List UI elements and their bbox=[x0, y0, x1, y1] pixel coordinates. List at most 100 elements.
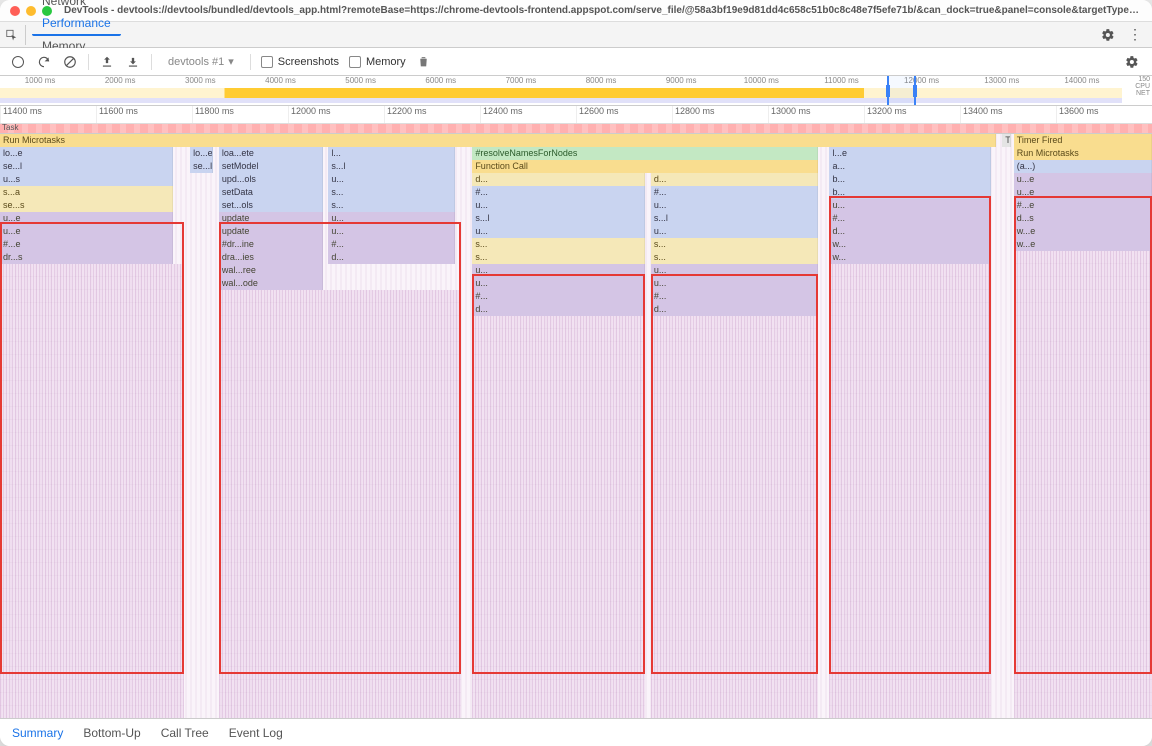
settings-icon[interactable] bbox=[1098, 25, 1118, 45]
flame-bar[interactable]: #... bbox=[472, 186, 645, 199]
flame-bar[interactable]: u... bbox=[472, 277, 645, 290]
bottom-tab-call-tree[interactable]: Call Tree bbox=[159, 722, 211, 744]
flame-bar[interactable]: #dr...ine bbox=[219, 238, 323, 251]
flame-bar[interactable]: s... bbox=[328, 186, 455, 199]
flame-bar[interactable]: l... bbox=[328, 147, 455, 160]
flame-bar[interactable]: u... bbox=[829, 199, 990, 212]
flame-bar[interactable]: lo...e bbox=[0, 147, 173, 160]
flame-bar[interactable]: u...s bbox=[0, 173, 173, 186]
flame-bar[interactable]: d... bbox=[328, 251, 455, 264]
flame-bar[interactable]: se...l bbox=[0, 160, 173, 173]
flame-bar[interactable]: #...e bbox=[1014, 199, 1152, 212]
download-icon[interactable] bbox=[125, 54, 141, 70]
flame-bar[interactable]: s...a bbox=[0, 186, 173, 199]
flame-bar[interactable]: d...s bbox=[1014, 212, 1152, 225]
flame-bar[interactable]: se...s bbox=[0, 199, 173, 212]
flame-bar[interactable]: u... bbox=[472, 264, 645, 277]
flame-bar[interactable]: upd...ols bbox=[219, 173, 323, 186]
flame-deep-stack[interactable] bbox=[1014, 251, 1152, 718]
selection-handle-right[interactable] bbox=[913, 85, 917, 97]
flame-bar[interactable]: #... bbox=[651, 290, 818, 303]
flame-bar[interactable]: s... bbox=[651, 238, 818, 251]
flame-bar[interactable]: wal...ree bbox=[219, 264, 323, 277]
flame-bar[interactable]: d... bbox=[472, 303, 645, 316]
flame-bar[interactable]: set...ols bbox=[219, 199, 323, 212]
flame-bar[interactable]: s... bbox=[472, 238, 645, 251]
flame-bar[interactable]: (a...) bbox=[1014, 160, 1152, 173]
flame-bar[interactable]: wal...ode bbox=[219, 277, 323, 290]
trash-icon[interactable] bbox=[416, 54, 432, 70]
flame-bar[interactable]: w... bbox=[829, 238, 990, 251]
flame-bar[interactable]: s... bbox=[472, 251, 645, 264]
flame-bar[interactable]: #...e bbox=[0, 238, 173, 251]
timeline-overview[interactable]: 1000 ms2000 ms3000 ms4000 ms5000 ms6000 … bbox=[0, 76, 1152, 106]
flame-bar[interactable]: d... bbox=[651, 173, 818, 186]
flame-deep-stack[interactable] bbox=[219, 290, 461, 718]
flame-bar[interactable]: u... bbox=[651, 277, 818, 290]
flame-bar[interactable]: Function Call bbox=[472, 160, 818, 173]
flame-bar[interactable]: setModel bbox=[219, 160, 323, 173]
memory-checkbox[interactable]: Memory bbox=[349, 56, 406, 68]
flame-bar[interactable]: loa...ete bbox=[219, 147, 323, 160]
flame-bar[interactable]: dra...ies bbox=[219, 251, 323, 264]
flame-bar[interactable]: #... bbox=[829, 212, 990, 225]
flame-bar[interactable]: u... bbox=[651, 199, 818, 212]
flame-bar[interactable]: b... bbox=[829, 173, 990, 186]
detail-ruler[interactable]: 11400 ms11600 ms11800 ms12000 ms12200 ms… bbox=[0, 106, 1152, 124]
flame-bar[interactable]: u... bbox=[651, 225, 818, 238]
flame-bar[interactable]: dr...s bbox=[0, 251, 173, 264]
flame-bar[interactable]: u... bbox=[328, 212, 455, 225]
capture-settings-icon[interactable] bbox=[1122, 52, 1142, 72]
tab-network[interactable]: Network bbox=[32, 0, 121, 12]
flame-deep-stack[interactable] bbox=[651, 316, 818, 718]
overview-selection[interactable] bbox=[887, 76, 916, 105]
flame-bar[interactable]: d... bbox=[651, 303, 818, 316]
flame-deep-stack[interactable] bbox=[829, 264, 990, 718]
flame-bar[interactable]: a... bbox=[829, 160, 990, 173]
flame-bar[interactable]: #... bbox=[328, 238, 455, 251]
flame-bar[interactable]: s... bbox=[651, 251, 818, 264]
flame-bar[interactable]: u... bbox=[651, 264, 818, 277]
flame-bar[interactable]: Timer Fired bbox=[1014, 134, 1152, 147]
flame-deep-stack[interactable] bbox=[472, 316, 645, 718]
flame-bar[interactable]: se...l bbox=[190, 160, 213, 173]
flame-bar[interactable]: Run Microtasks bbox=[1014, 147, 1152, 160]
reload-icon[interactable] bbox=[36, 54, 52, 70]
flame-deep-stack[interactable] bbox=[0, 264, 184, 718]
flame-bar[interactable]: u... bbox=[328, 225, 455, 238]
flame-bar[interactable]: s...l bbox=[651, 212, 818, 225]
flame-bar[interactable]: Run Microtasks bbox=[0, 134, 996, 147]
flame-bar[interactable]: d... bbox=[472, 173, 645, 186]
flame-bar[interactable]: w...e bbox=[1014, 225, 1152, 238]
bottom-tab-event-log[interactable]: Event Log bbox=[227, 722, 285, 744]
profile-select[interactable]: devtools #1 ▾ bbox=[162, 53, 240, 70]
flame-bar[interactable]: u...e bbox=[1014, 173, 1152, 186]
flame-bar[interactable]: update bbox=[219, 212, 323, 225]
flame-bar[interactable]: w...e bbox=[1014, 238, 1152, 251]
kebab-menu-icon[interactable]: ⋮ bbox=[1124, 26, 1146, 43]
flame-bar[interactable]: Task bbox=[1002, 134, 1011, 147]
bottom-tab-summary[interactable]: Summary bbox=[10, 722, 65, 744]
flame-bar[interactable]: lo...e bbox=[190, 147, 213, 160]
flame-chart[interactable]: Run MicrotasksTaskTimer FiredRun Microta… bbox=[0, 134, 1152, 718]
flame-bar[interactable]: #... bbox=[651, 186, 818, 199]
record-icon[interactable] bbox=[10, 54, 26, 70]
screenshots-checkbox[interactable]: Screenshots bbox=[261, 56, 339, 68]
flame-bar[interactable]: w... bbox=[829, 251, 990, 264]
flame-bar[interactable]: u... bbox=[328, 173, 455, 186]
flame-bar[interactable]: s...l bbox=[472, 212, 645, 225]
upload-icon[interactable] bbox=[99, 54, 115, 70]
flame-bar[interactable]: b... bbox=[829, 186, 990, 199]
flame-bar[interactable]: l...e bbox=[829, 147, 990, 160]
flame-bar[interactable]: #resolveNamesForNodes bbox=[472, 147, 818, 160]
flame-bar[interactable]: s...l bbox=[328, 160, 455, 173]
flame-bar[interactable]: u... bbox=[472, 199, 645, 212]
flame-bar[interactable]: update bbox=[219, 225, 323, 238]
flame-bar[interactable]: u... bbox=[472, 225, 645, 238]
selection-handle-left[interactable] bbox=[886, 85, 890, 97]
flame-bar[interactable]: setData bbox=[219, 186, 323, 199]
inspect-element-icon[interactable] bbox=[6, 25, 26, 45]
flame-bar[interactable]: #... bbox=[472, 290, 645, 303]
tab-performance[interactable]: Performance bbox=[32, 12, 121, 36]
flame-bar[interactable]: d... bbox=[829, 225, 990, 238]
